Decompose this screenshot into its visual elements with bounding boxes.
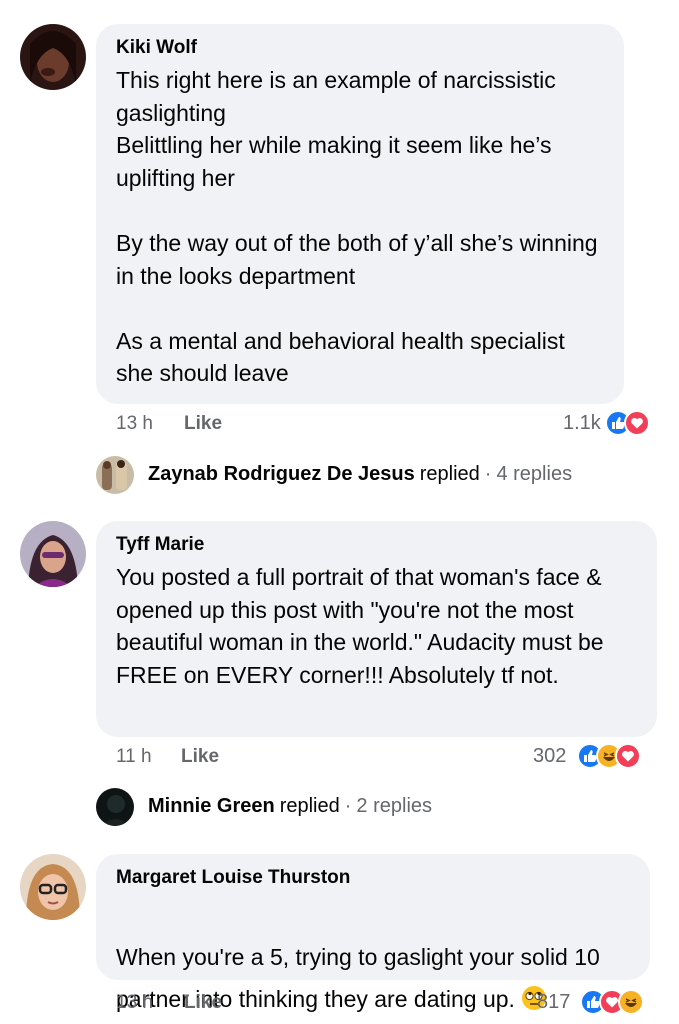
view-replies-link[interactable]: Minnie Green replied · 2 replies: [148, 795, 432, 818]
comment-author[interactable]: Kiki Wolf: [116, 36, 606, 60]
comment-bubble: Kiki Wolf This right here is an example …: [96, 24, 624, 404]
love-icon: [624, 410, 650, 436]
avatar[interactable]: [96, 456, 134, 494]
avatar[interactable]: [20, 854, 86, 920]
reply-author: Zaynab Rodriguez De Jesus: [148, 463, 415, 485]
reply-count: 4 replies: [496, 463, 573, 485]
reaction-icons[interactable]: [577, 743, 641, 769]
comment-bubble: Tyff Marie You posted a full portrait of…: [96, 521, 657, 737]
reaction-count[interactable]: 302: [533, 745, 566, 768]
like-button[interactable]: Like: [181, 746, 219, 768]
reaction-count[interactable]: 1.1k: [563, 412, 601, 435]
comment-text: You posted a full portrait of that woman…: [116, 564, 604, 688]
avatar[interactable]: [20, 521, 86, 587]
reaction-icons[interactable]: [580, 989, 644, 1015]
comment-time[interactable]: 13 h: [116, 992, 153, 1014]
comment-time[interactable]: 13 h: [116, 413, 153, 435]
reaction-count[interactable]: 817: [537, 991, 570, 1014]
replied-label: replied: [279, 795, 340, 817]
comment-bubble: Margaret Louise Thurston When you're a 5…: [96, 854, 650, 1012]
avatar[interactable]: [96, 788, 134, 826]
comment-text: This right here is an example of narciss…: [116, 67, 598, 387]
reply-author: Minnie Green: [148, 795, 275, 817]
reply-count: 2 replies: [356, 795, 433, 817]
separator-dot: ·: [344, 795, 352, 817]
love-icon: [615, 743, 641, 769]
separator-dot: ·: [484, 463, 492, 485]
comment-author[interactable]: Tyff Marie: [116, 533, 639, 557]
replied-label: replied: [419, 463, 480, 485]
avatar[interactable]: [20, 24, 86, 90]
like-button[interactable]: Like: [184, 992, 222, 1014]
like-button[interactable]: Like: [184, 413, 222, 435]
reaction-icons[interactable]: [605, 410, 650, 436]
haha-icon: [618, 989, 644, 1015]
comment-time[interactable]: 11 h: [116, 746, 152, 768]
view-replies-link[interactable]: Zaynab Rodriguez De Jesus replied · 4 re…: [148, 463, 572, 486]
comment-author[interactable]: Margaret Louise Thurston: [116, 866, 632, 890]
